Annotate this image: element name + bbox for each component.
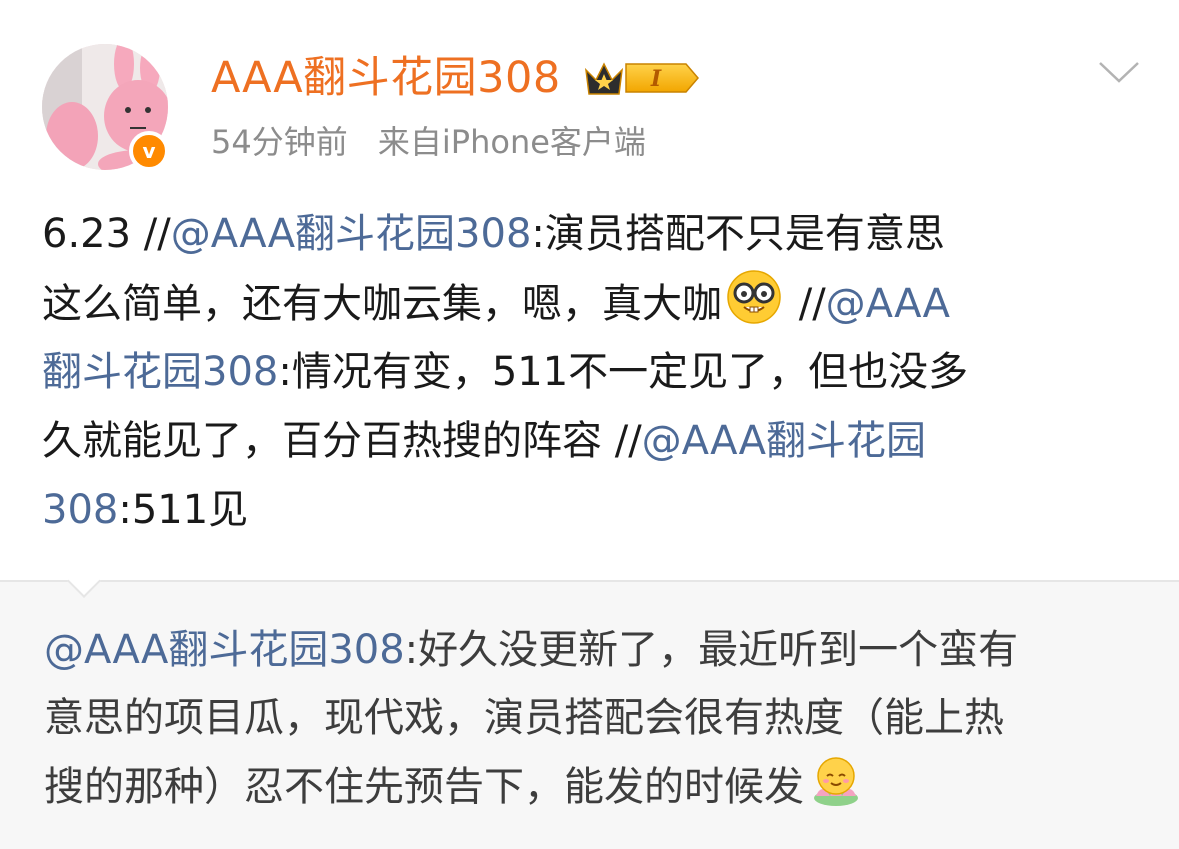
- post-text: :好久没更新了，最近听到一个蛮有: [404, 627, 1019, 673]
- user-mention-link[interactable]: @AAA翻斗花园308: [44, 627, 405, 673]
- text-line: 6.23 //@AAA翻斗花园308:演员搭配不只是有意思: [42, 200, 1142, 269]
- text-line: 意思的项目瓜，现代戏，演员搭配会很有热度（能上热: [44, 684, 1154, 752]
- text-line: 翻斗花园308:情况有变，511不一定见了，但也没多: [42, 338, 1142, 407]
- post-source: 来自iPhone客户端: [377, 123, 646, 161]
- vip-crown-badge-icon[interactable]: I: [582, 56, 700, 100]
- text-line: 搜的那种）忍不住先预告下，能发的时候发: [44, 752, 1154, 820]
- post-text: :511见: [118, 487, 249, 533]
- post-body: 6.23 //@AAA翻斗花园308:演员搭配不只是有意思 这么简单，还有大咖云集…: [42, 200, 1142, 545]
- post-text: 这么简单，还有大咖云集，嗯，真大咖: [42, 281, 722, 327]
- post-text: //: [786, 281, 826, 327]
- text-line: 这么简单，还有大咖云集，嗯，真大咖 //@AAA: [42, 269, 1142, 338]
- text-line: @AAA翻斗花园308:好久没更新了，最近听到一个蛮有: [44, 616, 1154, 684]
- text-line: 308:511见: [42, 476, 1142, 545]
- chevron-down-icon[interactable]: [1098, 60, 1140, 84]
- nerd-face-emoji-icon: [726, 269, 782, 325]
- post-text: 久就能见了，百分百热搜的阵容 //: [42, 418, 642, 464]
- quoted-post-text: @AAA翻斗花园308:好久没更新了，最近听到一个蛮有意思的项目瓜，现代戏，演员…: [44, 616, 1154, 820]
- verified-badge-icon: v: [129, 131, 169, 171]
- post-text: 6.23 //: [42, 211, 171, 257]
- post-text: :情况有变，511不一定见了，但也没多: [278, 349, 969, 395]
- user-mention-link[interactable]: @AAA翻斗花园: [642, 418, 926, 464]
- post-text: :演员搭配不只是有意思: [531, 211, 945, 257]
- post-header: v AAA翻斗花园308 I 54分钟前 来自iPhone客户端: [0, 0, 1179, 190]
- username[interactable]: AAA翻斗花园308: [211, 52, 561, 104]
- post-meta: 54分钟前 来自iPhone客户端: [211, 122, 646, 162]
- user-mention-link[interactable]: @AAA: [826, 281, 950, 327]
- post-text: 意思的项目瓜，现代戏，演员搭配会很有热度（能上热: [44, 695, 1004, 741]
- blessed-lotus-emoji-icon: [808, 752, 864, 808]
- vip-level: I: [650, 66, 662, 92]
- user-mention-link[interactable]: @AAA翻斗花园308: [171, 211, 532, 257]
- post-time: 54分钟前: [211, 123, 348, 161]
- avatar[interactable]: v: [42, 44, 169, 171]
- text-line: 久就能见了，百分百热搜的阵容 //@AAA翻斗花园: [42, 407, 1142, 476]
- user-mention-link[interactable]: 308: [42, 487, 118, 533]
- user-mention-link[interactable]: 翻斗花园308: [42, 349, 278, 395]
- post-text: 搜的那种）忍不住先预告下，能发的时候发: [44, 764, 804, 810]
